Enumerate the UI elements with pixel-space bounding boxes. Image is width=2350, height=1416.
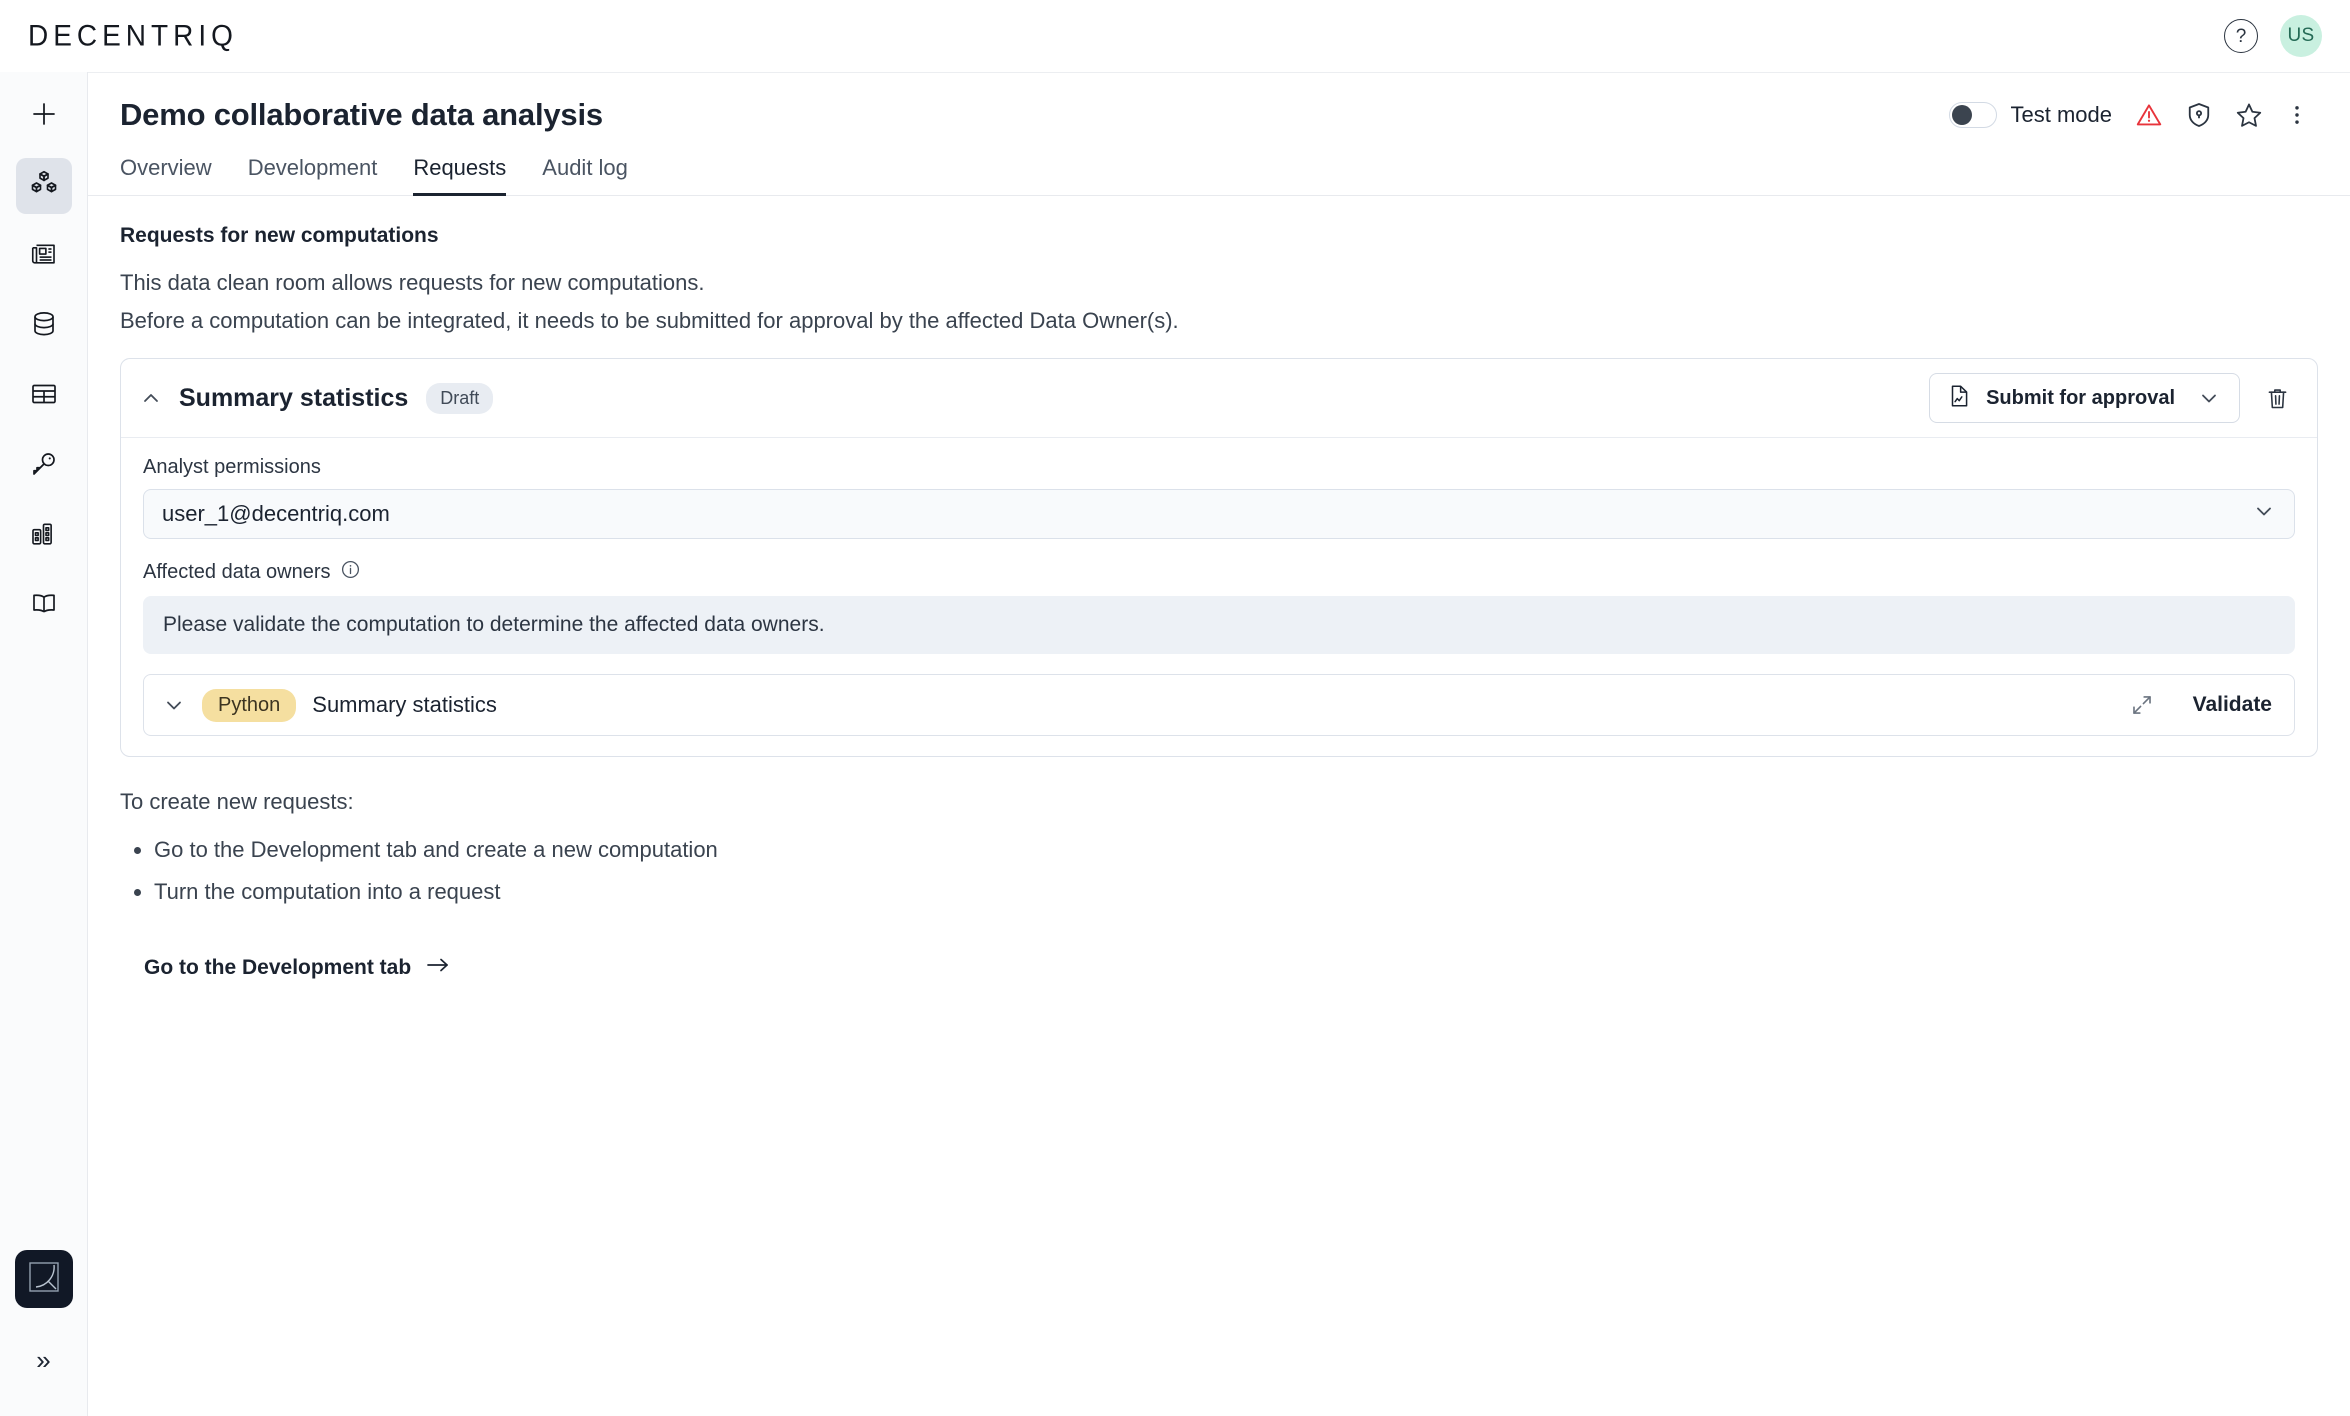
chevron-up-icon[interactable] — [139, 386, 163, 410]
tab-development[interactable]: Development — [230, 155, 396, 195]
table-icon — [29, 379, 59, 414]
info-circle-icon[interactable] — [340, 559, 361, 586]
plus-icon — [29, 99, 59, 134]
expand-arrows-icon[interactable] — [2129, 692, 2155, 718]
sidebar-item-datasets[interactable] — [16, 298, 72, 354]
arrow-right-icon — [425, 955, 451, 981]
toggle-knob — [1951, 105, 1972, 125]
top-bar-actions: ? US — [2224, 15, 2322, 57]
sidebar-item-keys[interactable] — [16, 438, 72, 494]
analyst-permissions-value: user_1@decentriq.com — [162, 501, 390, 526]
sidebar: » — [0, 72, 88, 1416]
section-description-line-2: Before a computation can be integrated, … — [120, 308, 1179, 333]
buildings-icon — [29, 519, 59, 554]
computation-name: Summary statistics — [312, 692, 497, 717]
tab-audit-log[interactable]: Audit log — [524, 155, 646, 195]
main-content: Demo collaborative data analysis Test mo… — [88, 72, 2350, 1416]
howto-intro: To create new requests: — [120, 789, 354, 814]
test-mode-toggle[interactable] — [1948, 102, 1997, 128]
star-outline-icon[interactable] — [2234, 100, 2264, 130]
top-bar: DECENTRIQ ? US — [0, 0, 2350, 72]
analyst-permissions-select[interactable]: user_1@decentriq.com — [143, 489, 2295, 539]
validate-button[interactable]: Validate — [2193, 693, 2272, 717]
list-item: Go to the Development tab and create a n… — [154, 837, 2318, 863]
chevron-down-icon — [2252, 499, 2276, 529]
sidebar-item-documentation[interactable] — [16, 578, 72, 634]
page-header-actions: Test mode — [1948, 100, 2319, 130]
submit-for-approval-label: Submit for approval — [1986, 386, 2175, 409]
trash-icon[interactable] — [2260, 381, 2295, 416]
database-icon — [29, 309, 59, 344]
section-title: Requests for new computations — [120, 224, 439, 247]
workspace-logo-tile[interactable] — [14, 1250, 73, 1308]
request-card: Summary statistics Draft Submit for appr… — [120, 358, 2318, 757]
sidebar-item-create[interactable] — [16, 88, 72, 144]
computation-row-actions: Validate — [2129, 692, 2272, 718]
test-mode-label: Test mode — [2010, 102, 2113, 127]
sidebar-item-media[interactable] — [16, 228, 72, 284]
chevron-down-icon[interactable] — [162, 693, 186, 717]
warning-triangle-icon[interactable] — [2134, 100, 2164, 130]
more-vertical-icon[interactable] — [2284, 100, 2310, 130]
help-icon[interactable]: ? — [2224, 19, 2258, 53]
language-badge: Python — [202, 688, 297, 722]
sidebar-expand-button[interactable]: » — [16, 1332, 72, 1388]
chevron-down-icon[interactable] — [2189, 386, 2235, 410]
sidebar-item-organizations[interactable] — [16, 508, 72, 564]
howto-section: To create new requests: Go to the Develo… — [120, 789, 2318, 981]
howto-list: Go to the Development tab and create a n… — [154, 837, 2318, 905]
brand-logo: DECENTRIQ — [28, 19, 238, 52]
request-header-left: Summary statistics Draft — [139, 382, 494, 414]
analyst-permissions-label: Analyst permissions — [143, 456, 2295, 479]
tab-overview[interactable]: Overview — [120, 155, 230, 195]
affected-data-owners-notice: Please validate the computation to deter… — [143, 596, 2295, 654]
decentriq-mark-icon — [24, 1257, 64, 1302]
book-icon — [29, 589, 59, 624]
analyst-permissions-label-text: Analyst permissions — [143, 456, 321, 478]
request-card-header: Summary statistics Draft Submit for appr… — [121, 359, 2317, 438]
key-icon — [29, 449, 59, 484]
list-item: Turn the computation into a request — [154, 879, 2318, 905]
request-card-body: Analyst permissions user_1@decentriq.com… — [121, 438, 2317, 756]
go-to-development-link[interactable]: Go to the Development tab — [144, 955, 451, 981]
affected-data-owners-label-text: Affected data owners — [143, 561, 331, 583]
cubes-icon — [29, 169, 59, 204]
tab-requests[interactable]: Requests — [395, 155, 524, 196]
go-to-development-label: Go to the Development tab — [144, 956, 412, 979]
request-header-actions: Submit for approval — [1929, 373, 2295, 423]
newspaper-icon — [29, 239, 59, 274]
request-name: Summary statistics — [179, 383, 409, 412]
computation-row: Python Summary statistics Validate — [143, 674, 2295, 736]
sidebar-item-tables[interactable] — [16, 368, 72, 424]
status-badge: Draft — [426, 382, 494, 414]
avatar[interactable]: US — [2280, 15, 2322, 57]
computation-row-left: Python Summary statistics — [162, 688, 497, 722]
submit-for-approval-button[interactable]: Submit for approval — [1929, 373, 2240, 423]
requests-panel: Requests for new computations This data … — [88, 196, 2350, 981]
page-title: Demo collaborative data analysis — [120, 97, 603, 132]
affected-data-owners-label: Affected data owners — [143, 559, 2295, 586]
document-chart-icon — [1946, 383, 1972, 414]
sidebar-item-data-clean-rooms[interactable] — [15, 158, 72, 214]
shield-keyhole-icon[interactable] — [2184, 100, 2214, 130]
tab-bar: Overview Development Requests Audit log — [88, 133, 2350, 196]
chevron-double-right-icon: » — [36, 1344, 51, 1375]
section-description-line-1: This data clean room allows requests for… — [120, 270, 705, 295]
page-header: Demo collaborative data analysis Test mo… — [88, 73, 2350, 133]
